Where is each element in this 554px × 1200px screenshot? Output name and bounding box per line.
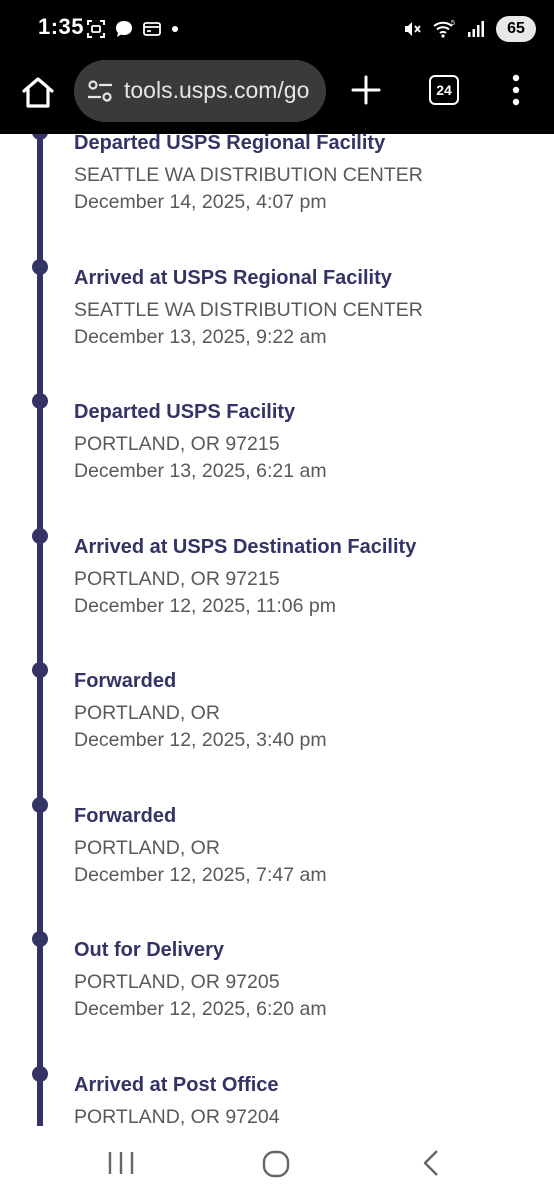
timeline-dot: [32, 134, 48, 140]
wifi-icon: 5: [433, 20, 455, 38]
new-tab-plus-icon[interactable]: [350, 74, 382, 106]
status-bar: 1:35 5 65: [0, 0, 554, 58]
event-location: PORTLAND, OR 97215: [74, 433, 280, 455]
battery-level: 65: [507, 20, 525, 37]
url-text[interactable]: tools.usps.com/go: [124, 77, 309, 104]
more-menu-icon[interactable]: [506, 72, 526, 108]
event-datetime: December 14, 2025, 4:07 pm: [74, 191, 327, 213]
event-datetime: December 12, 2025, 11:06 pm: [74, 595, 336, 617]
tracking-event: Out for Delivery PORTLAND, OR 97205 Dece…: [0, 931, 554, 1057]
event-location: SEATTLE WA DISTRIBUTION CENTER: [74, 299, 423, 321]
event-title: Forwarded: [74, 805, 177, 827]
tab-count: 24: [436, 82, 452, 98]
chat-bubble-icon: [116, 21, 132, 37]
tracking-event: Forwarded PORTLAND, OR December 12, 2025…: [0, 662, 554, 788]
event-location: PORTLAND, OR 97204: [74, 1106, 280, 1126]
event-title: Departed USPS Facility: [74, 401, 296, 423]
event-location: SEATTLE WA DISTRIBUTION CENTER: [74, 164, 423, 186]
event-location: PORTLAND, OR: [74, 837, 220, 859]
tracking-history: Departed USPS Regional Facility SEATTLE …: [0, 134, 554, 1126]
notification-icons: [86, 16, 180, 42]
battery-icon: 65: [496, 16, 536, 42]
signal-icon: [468, 21, 484, 37]
timeline-dot: [32, 797, 48, 813]
recent-apps-icon[interactable]: [106, 1150, 136, 1176]
site-settings-icon[interactable]: [86, 78, 114, 104]
event-datetime: December 12, 2025, 7:47 am: [74, 864, 327, 886]
event-title: Arrived at USPS Destination Facility: [74, 536, 417, 558]
event-title: Arrived at USPS Regional Facility: [74, 267, 392, 289]
home-icon[interactable]: [18, 72, 58, 112]
event-location: PORTLAND, OR 97215: [74, 568, 280, 590]
event-datetime: December 13, 2025, 9:22 am: [74, 326, 327, 348]
event-title: Arrived at Post Office: [74, 1074, 279, 1096]
dot-icon: [172, 26, 178, 32]
event-location: PORTLAND, OR: [74, 702, 220, 724]
timeline-dot: [32, 1066, 48, 1082]
system-icons: 5 65: [402, 14, 536, 44]
tracking-event: Arrived at USPS Destination Facility POR…: [0, 528, 554, 654]
tab-switcher-icon[interactable]: 24: [429, 75, 459, 105]
event-title: Out for Delivery: [74, 939, 225, 961]
event-title: Forwarded: [74, 670, 177, 692]
status-time: 1:35: [38, 14, 85, 39]
timeline-dot: [32, 259, 48, 275]
svg-text:5: 5: [451, 20, 455, 27]
event-location: PORTLAND, OR 97205: [74, 971, 280, 993]
timeline-dot: [32, 393, 48, 409]
screenshot-icon: [87, 20, 105, 38]
event-datetime: December 12, 2025, 6:20 am: [74, 998, 327, 1020]
address-bar[interactable]: tools.usps.com/go: [74, 60, 326, 122]
timeline-dot: [32, 528, 48, 544]
tracking-event: Arrived at Post Office PORTLAND, OR 9720…: [0, 1066, 554, 1126]
home-circle-icon[interactable]: [262, 1150, 290, 1178]
event-title: Departed USPS Regional Facility: [74, 134, 386, 154]
tracking-event: Forwarded PORTLAND, OR December 12, 2025…: [0, 797, 554, 923]
event-datetime: December 12, 2025, 3:40 pm: [74, 729, 327, 751]
back-chevron-icon[interactable]: [420, 1148, 442, 1178]
tracking-event: Arrived at USPS Regional Facility SEATTL…: [0, 259, 554, 385]
tracking-event: Departed USPS Facility PORTLAND, OR 9721…: [0, 393, 554, 519]
timeline-dot: [32, 662, 48, 678]
browser-toolbar: tools.usps.com/go 24: [0, 58, 554, 134]
mute-icon: [405, 22, 421, 36]
wallet-icon: [143, 22, 161, 36]
tracking-event: Departed USPS Regional Facility SEATTLE …: [0, 134, 554, 250]
system-nav-bar: [0, 1126, 554, 1200]
event-datetime: December 13, 2025, 6:21 am: [74, 460, 327, 482]
timeline-dot: [32, 931, 48, 947]
